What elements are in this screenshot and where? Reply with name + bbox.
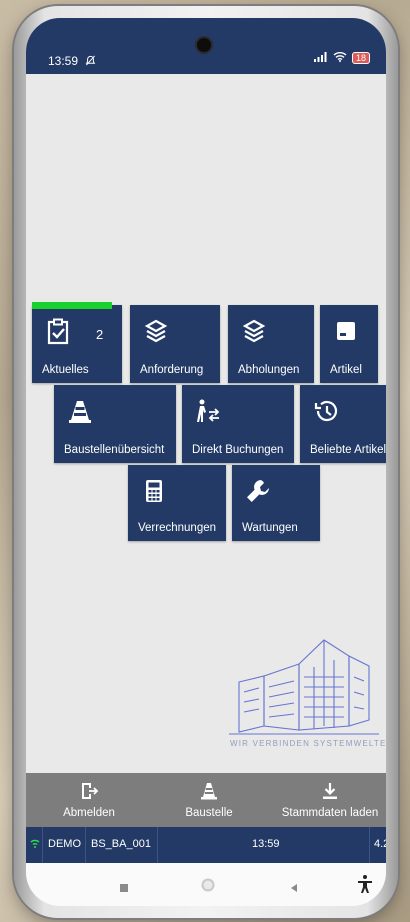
tile-baustellenuebersicht[interactable]: Baustellenübersicht (54, 385, 176, 463)
traffic-cone-icon (69, 401, 91, 423)
recents-button[interactable] (119, 880, 129, 898)
tile-label: Abholungen (238, 364, 300, 376)
accessibility-icon[interactable] (356, 874, 374, 899)
download-icon (323, 783, 337, 799)
tile-label: Direkt Buchungen (192, 444, 284, 456)
info-bar: DEMO BS_BA_001 13:59 4.2 (26, 827, 386, 863)
version-label: 4.2 (374, 838, 386, 850)
abmelden-label: Abmelden (63, 807, 115, 819)
mode-label: DEMO (48, 838, 81, 850)
battery-icon: 18 (351, 52, 370, 64)
separator (157, 827, 158, 863)
user-label: BS_BA_001 (91, 838, 151, 850)
calculator-icon (146, 480, 162, 502)
tile-verrechnungen[interactable]: Verrechnungen (128, 465, 226, 541)
tile-artikel[interactable]: Artikel (320, 305, 378, 383)
progress-indicator (32, 302, 112, 309)
tile-label: Aktuelles (42, 364, 89, 376)
tile-label: Wartungen (242, 522, 298, 534)
tile-label: Artikel (330, 364, 362, 376)
logout-icon (82, 783, 99, 799)
baustelle-button[interactable]: Baustelle (154, 773, 264, 827)
traffic-cone-icon (201, 783, 217, 800)
separator (85, 827, 86, 863)
building-logo (229, 639, 379, 735)
stammdaten-laden-button[interactable]: Stammdaten laden (276, 773, 384, 827)
separator (42, 827, 43, 863)
box-icon (337, 322, 355, 340)
logo-slogan: WIR VERBINDEN SYSTEMWELTEN (230, 739, 386, 748)
tile-label: Anforderung (140, 364, 204, 376)
wrench-icon (247, 480, 269, 502)
history-icon (314, 400, 338, 422)
layers-icon (242, 319, 266, 343)
status-icons: 18 (313, 51, 370, 65)
tile-anforderung[interactable]: Anforderung (130, 305, 220, 383)
back-button[interactable] (289, 880, 299, 898)
bottom-action-bar: Abmelden Baustelle Stammdaten laden (26, 773, 386, 827)
info-time: 13:59 (252, 838, 280, 850)
status-time: 13:59 (48, 54, 79, 68)
tile-label: Verrechnungen (138, 522, 217, 534)
home-button[interactable] (200, 877, 216, 898)
status-bar: 13:59 18 (26, 18, 386, 74)
tile-label: Beliebte Artikel (310, 444, 386, 456)
clipboard-check-icon (47, 318, 69, 345)
connection-signal-icon (30, 839, 40, 852)
tile-beliebte-artikel[interactable]: Beliebte Artikel (300, 385, 386, 463)
system-nav-bar (26, 863, 386, 906)
tile-direkt-buchungen[interactable]: Direkt Buchungen (182, 385, 294, 463)
baustelle-label: Baustelle (185, 807, 233, 819)
tile-wartungen[interactable]: Wartungen (232, 465, 320, 541)
screen: 13:59 18 2 Aktuelles Anforderung Abholun… (26, 18, 386, 906)
person-exchange-icon (197, 399, 220, 422)
tile-label: Baustellenübersicht (64, 444, 165, 456)
tile-aktuelles[interactable]: 2 Aktuelles (32, 302, 122, 383)
phone-frame: 13:59 18 2 Aktuelles Anforderung Abholun… (14, 6, 398, 918)
abmelden-button[interactable]: Abmelden (34, 773, 144, 827)
stammdaten-label: Stammdaten laden (281, 807, 379, 819)
separator (369, 827, 370, 863)
signal-icon (313, 51, 328, 65)
layers-icon (144, 319, 168, 343)
bell-off-icon (85, 54, 96, 68)
camera-hole (197, 38, 211, 52)
status-time-group: 13:59 (48, 54, 96, 68)
aktuelles-badge: 2 (96, 327, 104, 342)
wifi-icon (333, 51, 347, 65)
tile-abholungen[interactable]: Abholungen (228, 305, 314, 383)
